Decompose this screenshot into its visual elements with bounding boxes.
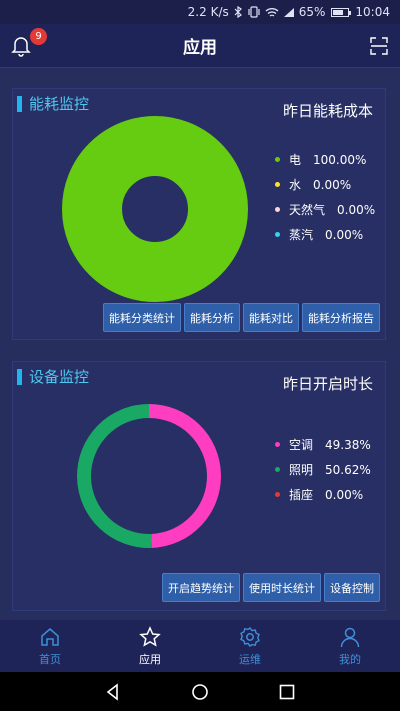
legend-value: 0.00% bbox=[325, 487, 364, 502]
battery-icon bbox=[331, 7, 352, 17]
legend-label: 插座 bbox=[289, 488, 314, 502]
back-icon[interactable] bbox=[103, 682, 123, 702]
legend-dot bbox=[275, 232, 280, 237]
legend-dot bbox=[275, 157, 280, 162]
star-icon bbox=[139, 626, 161, 647]
app-header: 9 应用 bbox=[0, 24, 400, 68]
network-speed: 2.2 K/s bbox=[187, 5, 229, 19]
energy-button-row: 能耗分类统计 能耗分析 能耗对比 能耗分析报告 bbox=[103, 303, 380, 332]
legend-item: 水 0.00% bbox=[275, 172, 375, 197]
user-icon bbox=[340, 627, 360, 648]
device-button-2[interactable]: 设备控制 bbox=[324, 573, 380, 602]
battery-percent: 65% bbox=[298, 5, 326, 19]
energy-legend: 电 100.00% 水 0.00% 天然气 0.00% 蒸汽 0.00% bbox=[275, 147, 375, 247]
device-monitor-card: 设备监控 昨日开启时长 空调 49.38% 照明 50.62% 插座 0.00% 开启趋势… bbox=[12, 361, 386, 611]
legend-label: 空调 bbox=[289, 438, 314, 452]
home-icon bbox=[41, 628, 59, 646]
legend-item: 插座 0.00% bbox=[275, 482, 371, 507]
tab-label: 首页 bbox=[39, 653, 61, 666]
legend-item: 空调 49.38% bbox=[275, 432, 371, 457]
pie-slice-照明 bbox=[77, 404, 152, 548]
legend-dot bbox=[275, 207, 280, 212]
section-marker bbox=[17, 95, 22, 112]
clock: 10:04 bbox=[355, 5, 390, 19]
legend-value: 100.00% bbox=[313, 152, 367, 167]
wifi-icon bbox=[265, 7, 279, 18]
device-button-row: 开启趋势统计 使用时长统计 设备控制 bbox=[162, 573, 380, 602]
bottom-tab-bar: 首页 应用 运维 我的 bbox=[0, 620, 400, 672]
tab-profile[interactable]: 我的 bbox=[300, 620, 400, 672]
recents-icon[interactable] bbox=[277, 682, 297, 702]
device-button-0[interactable]: 开启趋势统计 bbox=[162, 573, 240, 602]
legend-dot bbox=[275, 467, 280, 472]
device-button-1[interactable]: 使用时长统计 bbox=[243, 573, 321, 602]
legend-item: 电 100.00% bbox=[275, 147, 375, 172]
system-nav-bar bbox=[0, 672, 400, 711]
legend-item: 蒸汽 0.00% bbox=[275, 222, 375, 247]
tab-apps[interactable]: 应用 bbox=[100, 620, 200, 672]
legend-value: 0.00% bbox=[337, 202, 376, 217]
tab-operations[interactable]: 运维 bbox=[200, 620, 300, 672]
notification-badge: 9 bbox=[30, 28, 47, 45]
legend-dot bbox=[275, 442, 280, 447]
legend-value: 50.62% bbox=[325, 462, 371, 477]
legend-label: 天然气 bbox=[289, 203, 326, 217]
energy-monitor-card: 能耗监控 昨日能耗成本 电 100.00% 水 0.00% 天然气 0.00% 蒸汽 0.00… bbox=[12, 88, 386, 340]
tab-label: 我的 bbox=[339, 653, 361, 666]
legend-label: 蒸汽 bbox=[289, 228, 314, 242]
legend-value: 0.00% bbox=[313, 177, 352, 192]
legend-label: 水 bbox=[289, 178, 302, 192]
device-section-label: 设备监控 bbox=[29, 368, 90, 386]
energy-chart-title: 昨日能耗成本 bbox=[282, 102, 373, 120]
scan-icon[interactable] bbox=[370, 37, 388, 55]
tab-label: 应用 bbox=[139, 653, 161, 666]
legend-label: 照明 bbox=[289, 463, 314, 477]
home-circle-icon[interactable] bbox=[190, 682, 210, 702]
section-marker bbox=[17, 368, 22, 385]
device-legend: 空调 49.38% 照明 50.62% 插座 0.00% bbox=[275, 432, 371, 507]
tab-label: 运维 bbox=[239, 653, 261, 666]
energy-button-2[interactable]: 能耗对比 bbox=[243, 303, 299, 332]
tab-home[interactable]: 首页 bbox=[0, 620, 100, 672]
legend-value: 49.38% bbox=[325, 437, 371, 452]
energy-button-0[interactable]: 能耗分类统计 bbox=[103, 303, 181, 332]
gear-icon bbox=[240, 627, 260, 647]
page-title: 应用 bbox=[183, 38, 217, 58]
energy-cost-pie-chart bbox=[62, 116, 248, 302]
status-bar: 2.2 K/s 65% 10:04 bbox=[0, 0, 400, 24]
signal-icon bbox=[283, 7, 295, 18]
vibrate-icon bbox=[247, 6, 261, 18]
device-section-title: 设备监控 bbox=[17, 366, 89, 387]
legend-item: 照明 50.62% bbox=[275, 457, 371, 482]
legend-value: 0.00% bbox=[325, 227, 364, 242]
pie-slice-电 bbox=[62, 116, 248, 302]
legend-dot bbox=[275, 182, 280, 187]
device-duration-pie-chart bbox=[77, 404, 222, 548]
legend-label: 电 bbox=[289, 153, 302, 167]
bell-icon[interactable] bbox=[11, 35, 31, 57]
energy-button-1[interactable]: 能耗分析 bbox=[184, 303, 240, 332]
energy-button-3[interactable]: 能耗分析报告 bbox=[302, 303, 380, 332]
legend-item: 天然气 0.00% bbox=[275, 197, 375, 222]
pie-slice-空调 bbox=[149, 404, 222, 548]
bluetooth-icon bbox=[233, 6, 243, 18]
device-chart-title: 昨日开启时长 bbox=[282, 375, 373, 393]
legend-dot bbox=[275, 492, 280, 497]
